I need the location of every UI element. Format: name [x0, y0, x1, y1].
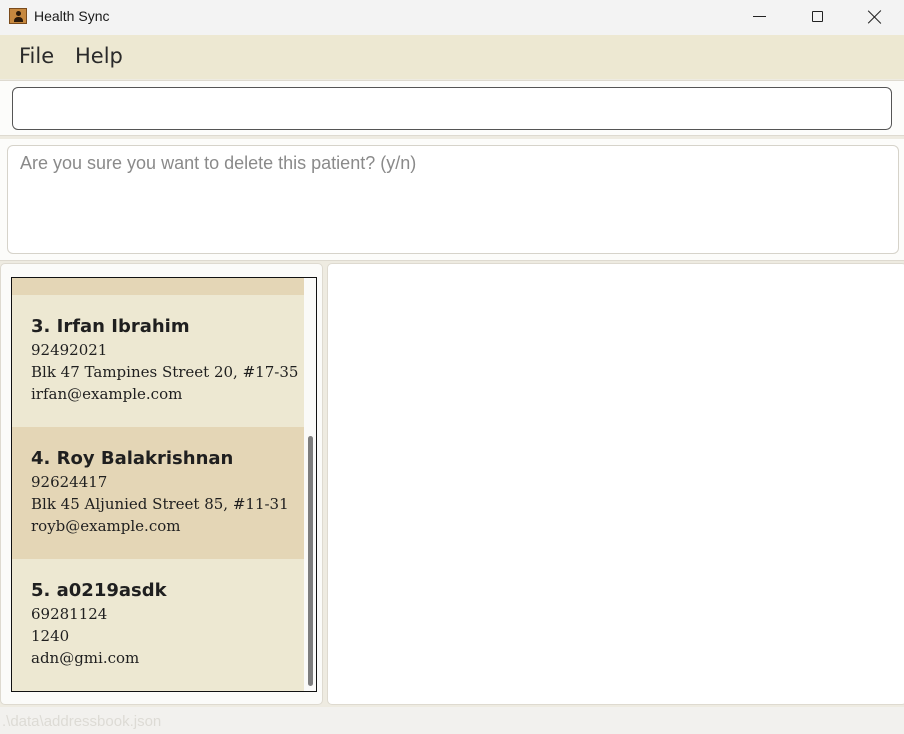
person-name: 3. Irfan Ibrahim — [31, 316, 190, 337]
person-phone: 92624417 — [31, 473, 108, 491]
person-name: 4. Roy Balakrishnan — [31, 448, 234, 469]
person-card[interactable]: 3. Irfan Ibrahim 92492021 Blk 47 Tampine… — [12, 295, 304, 427]
close-icon — [868, 10, 882, 24]
person-name: 5. a0219asdk — [31, 580, 167, 601]
address-book-icon — [9, 8, 27, 24]
menu-bar: File Help — [0, 35, 904, 79]
title-bar: Health Sync — [0, 0, 904, 35]
minimize-icon — [752, 16, 766, 17]
person-list[interactable]: 3. Irfan Ibrahim 92492021 Blk 47 Tampine… — [11, 277, 317, 692]
status-bar: .\data\addressbook.json — [0, 707, 904, 734]
list-scrollbar[interactable] — [304, 278, 316, 691]
minimize-button[interactable] — [730, 0, 788, 33]
result-panel: Are you sure you want to delete this pat… — [0, 139, 904, 261]
save-location: .\data\addressbook.json — [2, 713, 162, 730]
person-address: Blk 45 Aljunied Street 85, #11-31 — [31, 495, 289, 513]
maximize-icon — [811, 11, 823, 22]
person-card[interactable]: 5. a0219asdk 69281124 1240 adn@gmi.com — [12, 559, 304, 691]
command-panel — [0, 80, 904, 136]
menu-help[interactable]: Help — [75, 44, 123, 68]
person-list-panel: 3. Irfan Ibrahim 92492021 Blk 47 Tampine… — [0, 263, 323, 705]
person-email: adn@gmi.com — [31, 649, 140, 667]
person-email: royb@example.com — [31, 517, 181, 535]
window-title: Health Sync — [34, 8, 110, 24]
person-card-partial[interactable] — [12, 278, 304, 295]
command-input[interactable] — [12, 87, 892, 130]
person-phone: 69281124 — [31, 605, 108, 623]
person-card[interactable]: 4. Roy Balakrishnan 92624417 Blk 45 Alju… — [12, 427, 304, 559]
close-button[interactable] — [846, 0, 904, 33]
person-phone: 92492021 — [31, 341, 108, 359]
maximize-button[interactable] — [788, 0, 846, 33]
result-display[interactable]: Are you sure you want to delete this pat… — [7, 145, 899, 254]
menu-file[interactable]: File — [19, 44, 54, 68]
person-email: irfan@example.com — [31, 385, 183, 403]
scrollbar-thumb[interactable] — [308, 436, 313, 686]
person-address: 1240 — [31, 627, 70, 645]
detail-panel — [327, 263, 904, 705]
person-address: Blk 47 Tampines Street 20, #17-35 — [31, 363, 299, 381]
